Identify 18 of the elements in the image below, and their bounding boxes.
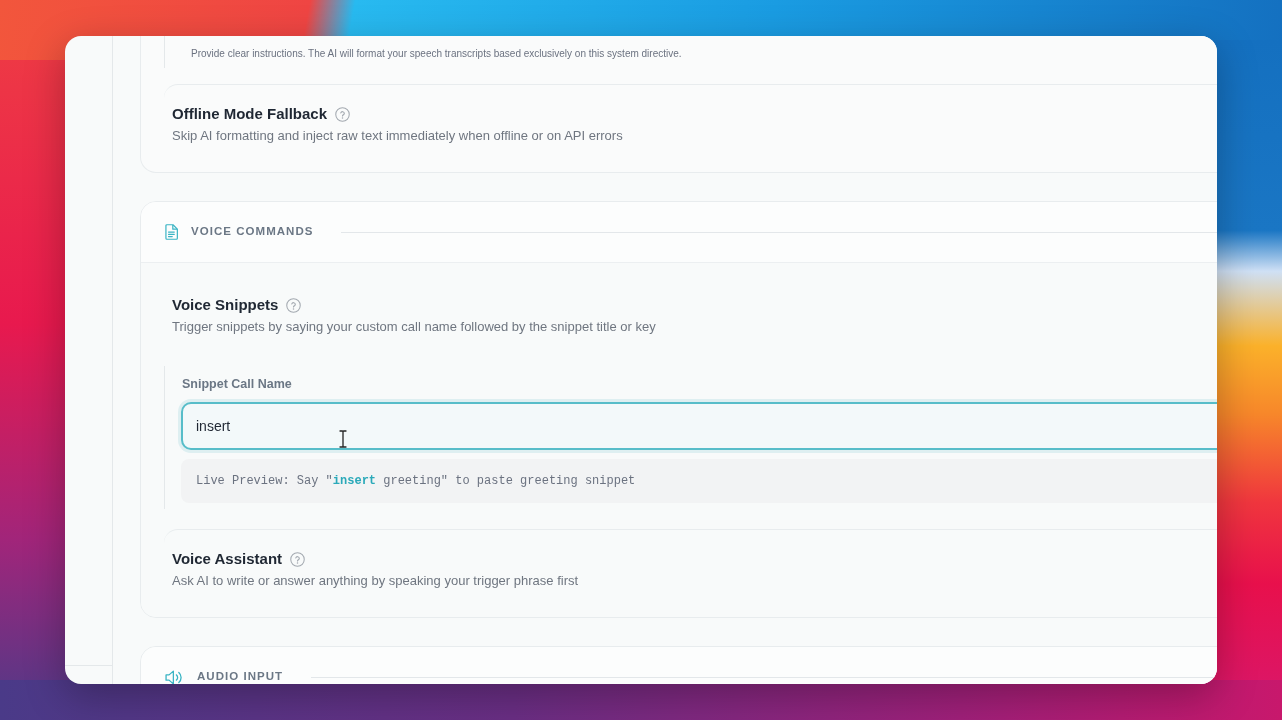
section-title: AUDIO INPUT	[197, 669, 284, 684]
setting-title: Voice Snippets	[172, 294, 279, 315]
section-title: VOICE COMMANDS	[191, 224, 314, 240]
help-icon[interactable]	[335, 106, 351, 122]
document-icon	[165, 224, 178, 240]
setting-description: Ask AI to write or answer anything by speaking your trigger phrase first	[172, 572, 580, 590]
field-label: Snippet Call Name	[181, 376, 293, 392]
setting-title: Offline Mode Fallback	[172, 103, 328, 124]
live-preview: Live Preview: Say "insert greeting" to paste greeting snippet	[181, 459, 1217, 503]
speaker-icon	[165, 669, 184, 684]
text-cursor-icon	[339, 430, 347, 448]
setting-title: Voice Assistant	[172, 548, 283, 569]
instruction-note: Provide clear instructions. The AI will format your speech transcripts based exclusively on this system directive.	[191, 47, 683, 61]
help-icon[interactable]	[286, 297, 302, 313]
text-input[interactable]: insert	[181, 402, 1217, 450]
setting-description: Trigger snippets by saying your custom call name followed by the snippet title or key	[172, 318, 657, 336]
help-icon[interactable]	[290, 551, 306, 567]
setting-description: Skip AI formatting and inject raw text immediately when offline or on API errors	[172, 127, 624, 145]
